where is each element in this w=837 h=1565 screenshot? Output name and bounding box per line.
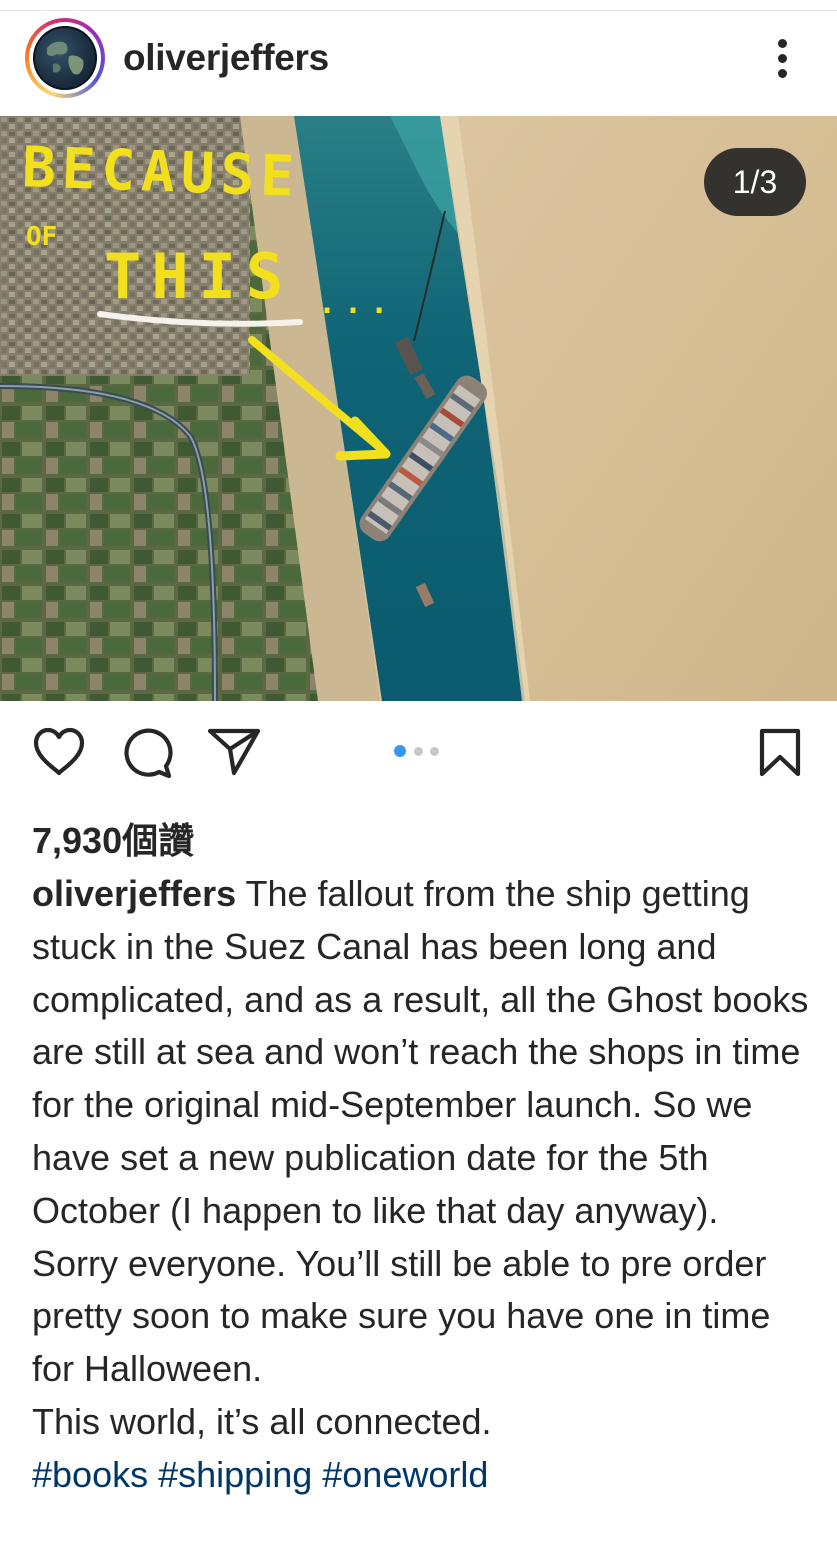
more-vertical-icon xyxy=(778,39,787,48)
hashtag-books[interactable]: #books xyxy=(32,1454,148,1495)
action-bar xyxy=(0,701,837,801)
caption-text-1: The fallout from the ship getting stuck … xyxy=(32,873,809,1231)
carousel-dot xyxy=(414,747,423,756)
hashtag-oneworld[interactable]: #oneworld xyxy=(322,1454,488,1495)
carousel-indicator xyxy=(394,745,446,757)
heart-icon[interactable] xyxy=(32,727,86,777)
caption: oliverjeffers The fallout from the ship … xyxy=(32,868,822,1502)
caption-username[interactable]: oliverjeffers xyxy=(32,873,236,914)
hashtag-shipping[interactable]: #shipping xyxy=(158,1454,312,1495)
send-icon[interactable] xyxy=(206,727,262,777)
hashtags: #books #shipping #oneworld xyxy=(32,1454,488,1495)
overlay-text-ellipsis: ... xyxy=(318,286,397,321)
comment-icon[interactable] xyxy=(119,726,175,780)
caption-text-2: Sorry everyone. You’ll still be able to … xyxy=(32,1242,771,1390)
likes-count[interactable]: 7,930個讚 xyxy=(32,812,194,864)
username[interactable]: oliverjeffers xyxy=(123,37,329,79)
globe-avatar-image xyxy=(33,26,97,90)
globe-icon xyxy=(33,26,97,90)
post-header: oliverjeffers xyxy=(0,11,837,115)
carousel-dot-active xyxy=(394,745,406,757)
carousel-dot xyxy=(430,747,439,756)
caption-text-3: This world, it’s all connected. xyxy=(32,1400,492,1442)
overlay-text-of: OF xyxy=(26,222,58,252)
more-options-button[interactable] xyxy=(765,37,801,81)
image-counter-badge: 1/3 xyxy=(704,148,806,216)
overlay-text-because: BECAUSE xyxy=(20,135,302,210)
bookmark-icon[interactable] xyxy=(757,728,803,778)
avatar[interactable] xyxy=(25,18,105,98)
overlay-text-this: THIS xyxy=(104,240,294,313)
